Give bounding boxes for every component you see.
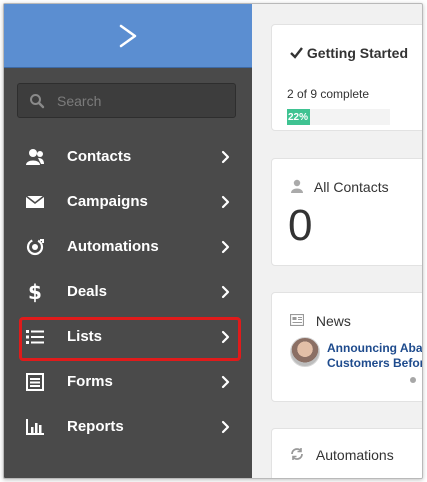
contacts-icon — [25, 148, 45, 166]
user-icon — [291, 179, 303, 193]
sidebar-item-label: Forms — [67, 373, 113, 390]
main-content: Getting Started 2 of 9 complete 22% All … — [252, 4, 422, 478]
news-card[interactable]: News Announcing Aba Customers Befor — [271, 292, 422, 402]
news-link-line1[interactable]: Announcing Aba — [327, 341, 422, 355]
automations-title-row: Automations — [290, 447, 394, 463]
chevron-right-icon — [221, 150, 231, 164]
carousel-dot[interactable] — [410, 377, 416, 383]
getting-started-card[interactable]: Getting Started 2 of 9 complete 22% — [271, 24, 422, 131]
dollar-icon: $ — [25, 281, 45, 303]
contacts-count: 0 — [288, 201, 313, 250]
svg-text:$: $ — [28, 281, 42, 303]
search-box[interactable] — [17, 83, 236, 118]
sidebar-item-automations[interactable]: Automations — [4, 224, 252, 269]
sidebar-item-label: Campaigns — [67, 193, 148, 210]
card-title: Getting Started — [306, 45, 409, 61]
progress-fill: 22% — [287, 109, 310, 125]
getting-started-title-row: Getting Started — [290, 45, 408, 61]
form-icon — [25, 372, 45, 391]
automation-gear-icon — [25, 237, 45, 257]
chevron-right-icon — [221, 285, 231, 299]
sidebar-item-label: Automations — [67, 238, 159, 255]
news-title-row: News — [289, 313, 351, 329]
sidebar-item-forms[interactable]: Forms — [4, 359, 252, 404]
app-window: Contacts Campaigns — [3, 3, 423, 479]
sidebar-item-campaigns[interactable]: Campaigns — [4, 179, 252, 224]
automations-card[interactable]: Automations — [271, 428, 422, 478]
avatar — [290, 337, 320, 367]
refresh-icon — [291, 448, 303, 460]
progress-text: 2 of 9 complete — [287, 87, 370, 101]
all-contacts-card[interactable]: All Contacts 0 — [271, 158, 422, 266]
card-title: News — [315, 313, 351, 329]
sidebar: Contacts Campaigns — [4, 4, 252, 478]
logo-chevron-icon — [119, 24, 137, 47]
newspaper-icon — [289, 313, 305, 327]
sidebar-item-deals[interactable]: $ Deals — [4, 269, 252, 314]
sidebar-item-label: Reports — [67, 418, 124, 435]
sidebar-item-reports[interactable]: Reports — [4, 404, 252, 449]
sidebar-item-label: Deals — [67, 283, 108, 300]
sidebar-item-label: Contacts — [67, 148, 132, 165]
all-contacts-title-row: All Contacts — [290, 179, 389, 195]
chevron-right-icon — [221, 375, 231, 389]
card-title: Automations — [315, 447, 394, 463]
progress-bar: 22% — [287, 109, 390, 125]
bar-chart-icon — [25, 418, 45, 436]
highlight-box — [19, 317, 241, 361]
card-title: All Contacts — [313, 179, 389, 195]
search-icon — [29, 93, 45, 109]
progress-label: 22% — [288, 111, 309, 123]
envelope-icon — [25, 194, 45, 210]
sidebar-item-contacts[interactable]: Contacts — [4, 134, 252, 179]
chevron-right-icon — [221, 240, 231, 254]
chevron-right-icon — [221, 195, 231, 209]
news-link-line2[interactable]: Customers Befor — [327, 356, 422, 370]
chevron-right-icon — [221, 420, 231, 434]
brand-header[interactable] — [4, 4, 252, 68]
search-input[interactable] — [55, 91, 219, 110]
checkmark-icon — [290, 47, 303, 59]
